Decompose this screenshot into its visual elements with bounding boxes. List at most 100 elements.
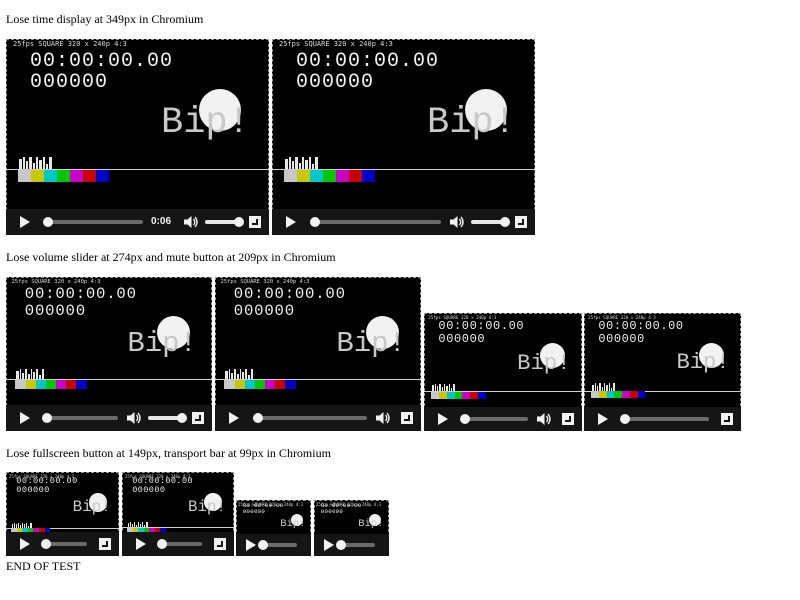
timeline-thumb[interactable] xyxy=(252,413,263,423)
color-swatch xyxy=(265,379,276,389)
video-timecode: 00:00:00.00 000000 xyxy=(296,51,439,93)
video-player[interactable]: 25fps SQUARE 320 x 240p 4:3 00:00:00.00 00… xyxy=(314,500,389,556)
volume-icon[interactable] xyxy=(536,412,552,426)
test-bar xyxy=(39,374,41,379)
test-bar xyxy=(611,387,613,391)
video-player[interactable]: 25fps SQUARE 320 x 240p 4:3 00:00:00.00 00… xyxy=(424,313,582,431)
frame-counter-line: 000000 xyxy=(598,331,645,346)
fullscreen-button[interactable] xyxy=(401,412,413,424)
video-player[interactable]: 25fps SQUARE 320 x 240p 4:3 00:00:00.00 00… xyxy=(6,472,119,556)
play-button[interactable] xyxy=(229,412,239,424)
video-player[interactable]: 25fps SQUARE 320 x 240p 4:3 00:00:00.00 00… xyxy=(122,472,234,556)
volume-thumb[interactable] xyxy=(234,217,244,227)
timeline-slider[interactable] xyxy=(622,417,709,421)
frame-counter-line: 000000 xyxy=(242,508,266,516)
timeline-thumb[interactable] xyxy=(336,540,347,550)
test-bar xyxy=(43,157,45,169)
fullscreen-button[interactable] xyxy=(99,538,111,550)
video-player[interactable]: 25fps SQUARE 320 x 240p 4:3 00:00:00.00 00… xyxy=(6,277,212,431)
test-bar xyxy=(19,369,22,379)
color-swatch xyxy=(470,391,478,399)
video-player[interactable]: 25fps SQUARE 320 x 240p 4:3 00:00:00.00 00… xyxy=(215,277,421,431)
video-player[interactable]: 25fps SQUARE 320 x 240p 4:3 00:00:00.00 00… xyxy=(272,39,535,235)
volume-icon[interactable] xyxy=(375,411,391,425)
test-bar xyxy=(22,372,24,379)
test-bar xyxy=(239,369,242,379)
test-bar xyxy=(138,522,140,528)
volume-icon[interactable] xyxy=(183,215,199,229)
media-controls xyxy=(6,532,119,556)
video-color-bars xyxy=(224,379,296,389)
volume-thumb[interactable] xyxy=(500,217,510,227)
timeline-slider[interactable] xyxy=(44,220,143,224)
play-button[interactable] xyxy=(598,413,608,425)
timeline-slider[interactable] xyxy=(44,416,118,420)
video-color-bars xyxy=(18,170,109,182)
timeline-thumb[interactable] xyxy=(258,540,269,550)
color-swatch xyxy=(18,170,31,182)
color-swatch xyxy=(15,379,26,389)
color-swatch xyxy=(362,170,375,182)
play-button[interactable] xyxy=(438,413,448,425)
volume-icon[interactable] xyxy=(126,411,142,425)
color-swatch xyxy=(244,379,255,389)
timeline-thumb[interactable] xyxy=(40,539,51,549)
test-bar xyxy=(23,157,25,169)
test-bar xyxy=(601,387,603,391)
test-bar xyxy=(17,522,20,528)
test-bar xyxy=(315,157,318,169)
video-bip-text: Bip! xyxy=(427,102,516,144)
timeline-thumb[interactable] xyxy=(41,413,52,423)
timeline-slider[interactable] xyxy=(310,220,441,224)
video-player[interactable]: 25fps SQUARE 320 x 240p 4:3 00:00:00.00 00… xyxy=(6,39,269,235)
color-swatch xyxy=(45,379,57,389)
play-button[interactable] xyxy=(20,538,30,550)
test-bar xyxy=(285,159,288,169)
color-swatch xyxy=(66,379,77,389)
timeline-thumb[interactable] xyxy=(42,217,53,227)
color-swatch xyxy=(462,391,471,399)
test-bar xyxy=(24,523,26,528)
play-button[interactable] xyxy=(324,539,334,551)
timeline-thumb[interactable] xyxy=(156,539,167,549)
fullscreen-button[interactable] xyxy=(721,413,733,425)
timeline-thumb[interactable] xyxy=(310,217,321,227)
fullscreen-button[interactable] xyxy=(192,412,204,424)
play-button[interactable] xyxy=(20,216,30,228)
timeline-slider[interactable] xyxy=(462,417,528,421)
color-swatch xyxy=(591,391,599,399)
volume-thumb[interactable] xyxy=(177,413,187,423)
test-bar xyxy=(228,369,231,379)
video-bip-text: Bip! xyxy=(358,517,384,530)
fullscreen-button[interactable] xyxy=(249,216,261,228)
test-bar xyxy=(245,369,248,379)
play-button[interactable] xyxy=(136,538,146,550)
video-bip-text: Bip! xyxy=(517,350,571,376)
timecode-line: 00:00:00.00 xyxy=(438,319,525,334)
color-swatch xyxy=(57,170,70,182)
caption-volume-slider: Lose volume slider at 274px and mute but… xyxy=(6,250,336,264)
fullscreen-button[interactable] xyxy=(562,413,574,425)
fullscreen-button[interactable] xyxy=(515,216,527,228)
fullscreen-button[interactable] xyxy=(214,538,226,550)
color-swatch xyxy=(606,391,615,399)
timeline-thumb[interactable] xyxy=(620,414,631,424)
test-bar xyxy=(16,370,19,379)
color-swatch xyxy=(477,391,486,399)
play-button[interactable] xyxy=(20,412,30,424)
video-player[interactable]: 25fps SQUARE 320 x 240p 4:3 00:00:00.00 00… xyxy=(236,500,311,556)
play-button[interactable] xyxy=(246,539,256,551)
volume-icon[interactable] xyxy=(449,215,465,229)
color-swatch xyxy=(31,170,44,182)
color-swatch xyxy=(614,391,623,399)
video-test-bars xyxy=(19,156,53,169)
test-bar xyxy=(146,522,148,528)
video-test-bars xyxy=(591,383,616,391)
video-player[interactable]: 25fps SQUARE 320 x 240p 4:3 00:00:00.00 00… xyxy=(584,313,741,431)
timeline-thumb[interactable] xyxy=(459,414,470,424)
video-color-bars xyxy=(284,170,375,182)
test-bar xyxy=(309,157,311,169)
play-button[interactable] xyxy=(286,216,296,228)
timeline-slider[interactable] xyxy=(253,416,367,420)
color-swatch xyxy=(224,379,235,389)
